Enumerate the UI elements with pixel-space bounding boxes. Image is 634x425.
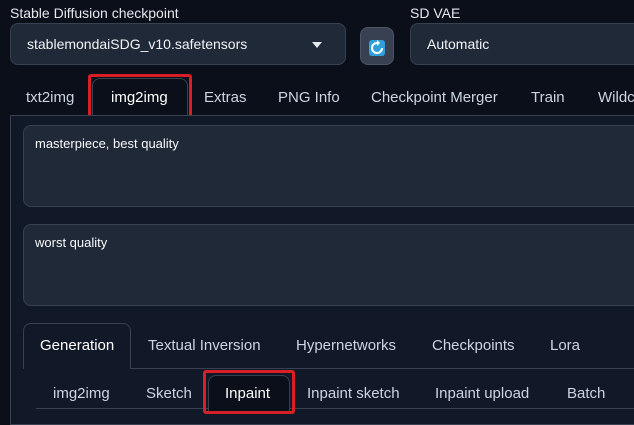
subtab-divider: [131, 368, 634, 369]
prompt-textarea[interactable]: masterpiece, best quality: [23, 125, 634, 207]
tab-mode-inpaint-upload[interactable]: Inpaint upload: [435, 385, 529, 402]
checkpoint-label: Stable Diffusion checkpoint: [10, 5, 179, 21]
negative-prompt-text: worst quality: [35, 235, 108, 250]
tab-checkpoints[interactable]: Checkpoints: [432, 337, 515, 354]
vae-dropdown[interactable]: Automatic: [410, 23, 634, 65]
tab-generation[interactable]: Generation: [40, 337, 114, 354]
tab-mode-sketch[interactable]: Sketch: [146, 385, 192, 402]
refresh-checkpoint-button[interactable]: [360, 27, 394, 65]
highlight-inpaint-tab: [203, 370, 295, 414]
checkpoint-value: stablemondaiSDG_v10.safetensors: [27, 36, 248, 52]
vae-label: SD VAE: [410, 5, 461, 21]
tab-mode-inpaint-sketch[interactable]: Inpaint sketch: [307, 385, 400, 402]
mode-divider-left: [36, 408, 208, 409]
tab-mode-batch[interactable]: Batch: [567, 385, 605, 402]
checkpoint-dropdown[interactable]: stablemondaiSDG_v10.safetensors: [10, 23, 346, 65]
tab-txt2img[interactable]: txt2img: [26, 89, 74, 106]
chevron-down-icon: [312, 42, 322, 48]
vae-value: Automatic: [427, 36, 490, 52]
tab-train[interactable]: Train: [531, 89, 565, 106]
prompt-text: masterpiece, best quality: [35, 136, 179, 151]
tab-hypernetworks[interactable]: Hypernetworks: [296, 337, 396, 354]
tab-checkpoint-merger[interactable]: Checkpoint Merger: [371, 89, 498, 106]
tab-lora[interactable]: Lora: [550, 337, 580, 354]
tab-png-info[interactable]: PNG Info: [278, 89, 340, 106]
tab-wildcards[interactable]: Wildc: [598, 89, 634, 106]
tab-mode-img2img[interactable]: img2img: [53, 385, 110, 402]
mode-divider-right: [290, 408, 634, 409]
negative-prompt-textarea[interactable]: worst quality: [23, 224, 634, 306]
tab-extras[interactable]: Extras: [204, 89, 247, 106]
refresh-icon: [369, 40, 385, 56]
tab-textual-inversion[interactable]: Textual Inversion: [148, 337, 261, 354]
